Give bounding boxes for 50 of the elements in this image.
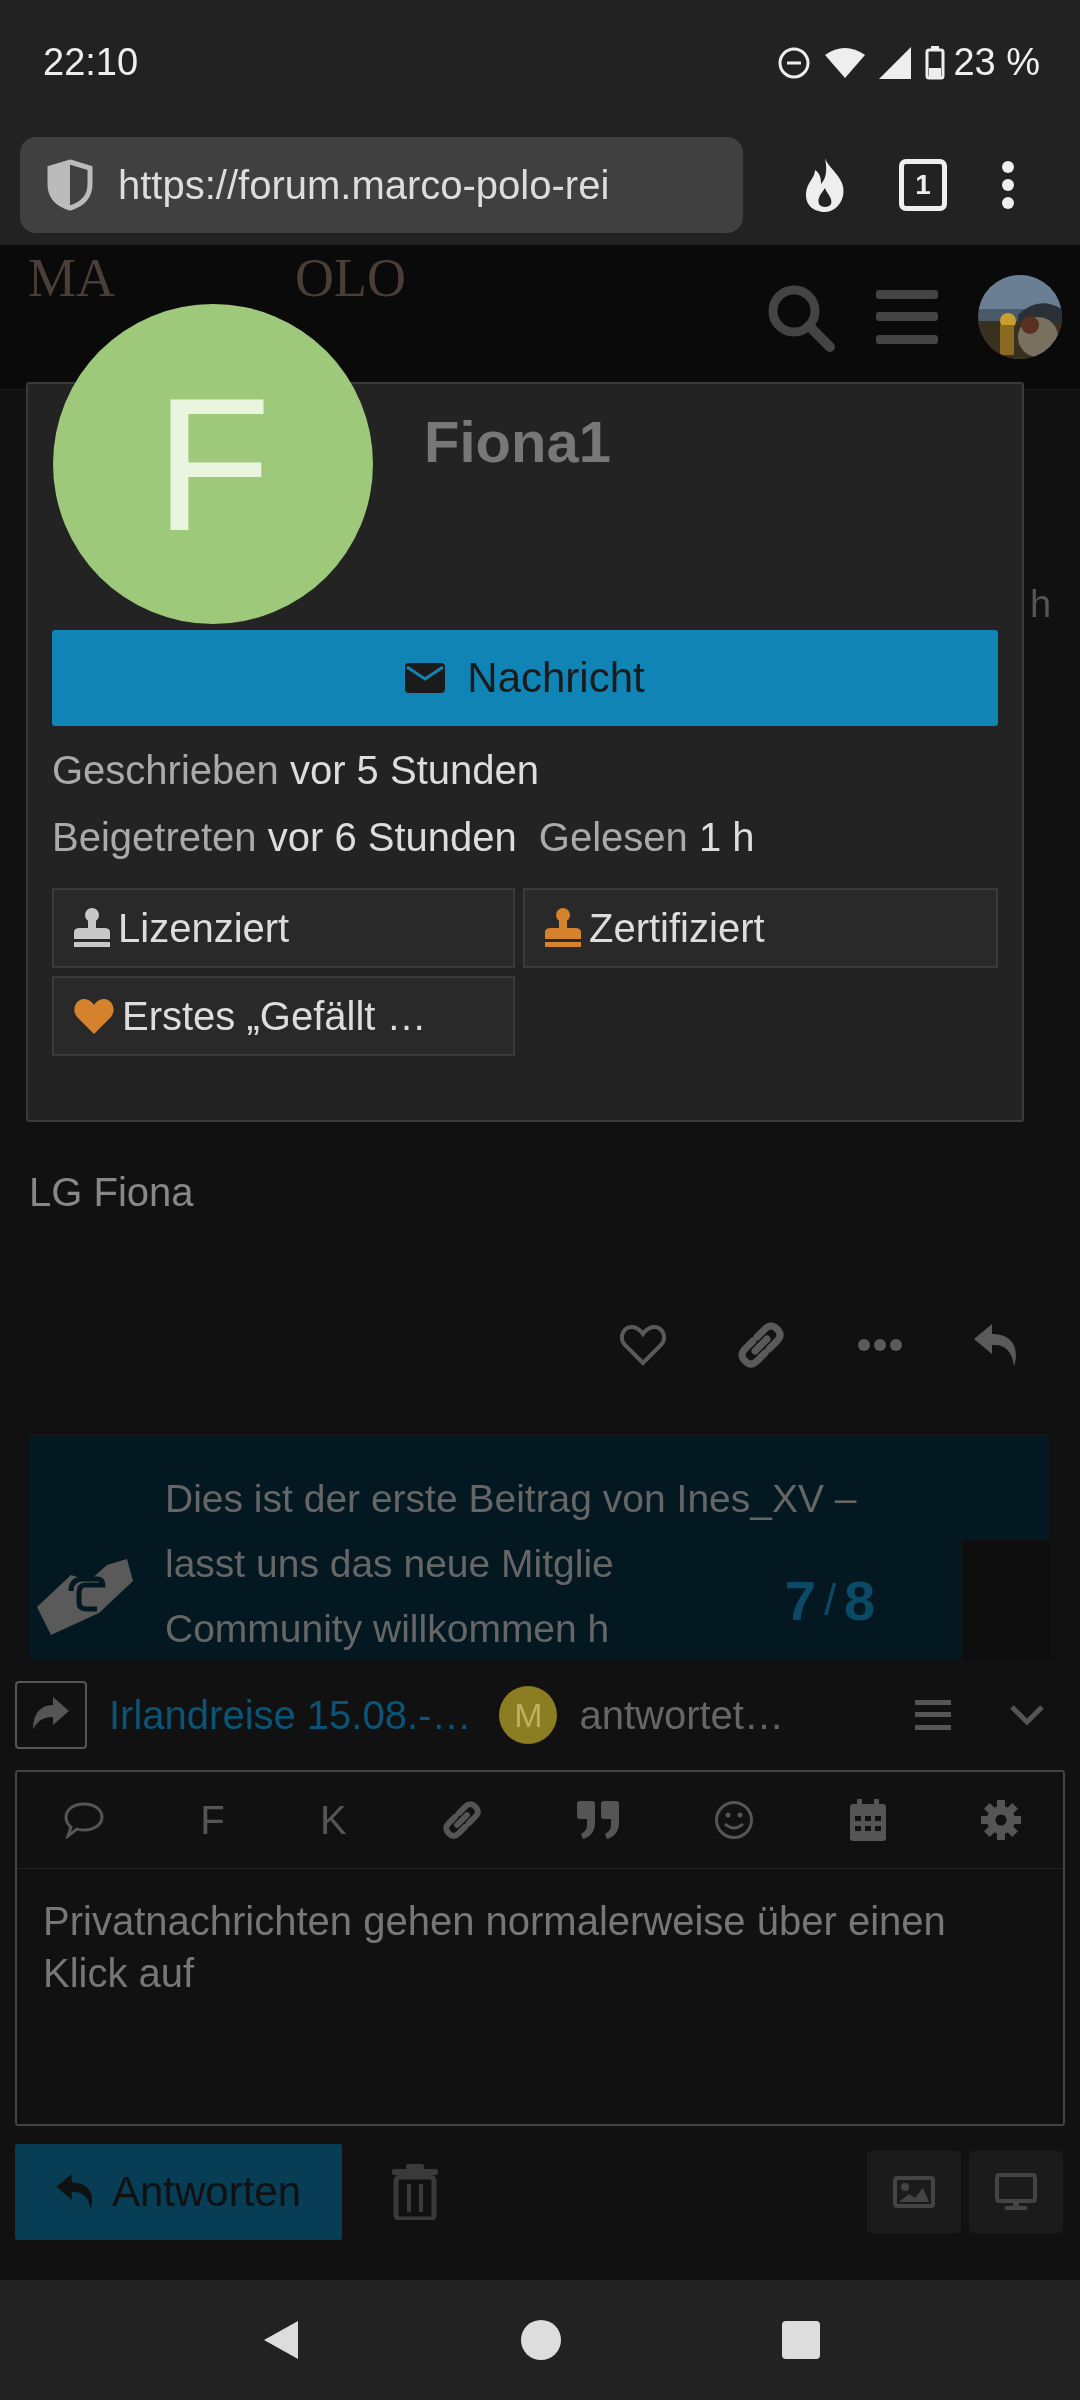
chevron-down-icon[interactable] xyxy=(1009,1704,1045,1726)
message-button[interactable]: Nachricht xyxy=(52,630,998,726)
menu-icon[interactable] xyxy=(876,290,938,344)
settings-icon[interactable] xyxy=(981,1800,1021,1840)
address-bar[interactable]: https://forum.marco-polo-rei xyxy=(20,137,743,233)
preview-button[interactable] xyxy=(969,2151,1063,2233)
post-text: LG Fiona xyxy=(29,1170,194,1215)
do-not-disturb-icon xyxy=(777,45,812,80)
topic-link[interactable]: Irlandreise 15.08.-… xyxy=(109,1692,472,1738)
image-icon xyxy=(893,2176,935,2208)
notice-text: lasst uns das neue Mitglie xyxy=(165,1541,614,1587)
link-icon[interactable] xyxy=(737,1321,786,1369)
username: Fiona1 xyxy=(424,408,611,475)
speech-bubble-icon[interactable] xyxy=(63,1801,105,1839)
user-avatar: M xyxy=(499,1686,558,1744)
trash-icon[interactable] xyxy=(392,2164,438,2220)
user-stat: Gelesen 1 h xyxy=(538,815,755,860)
format-button[interactable]: F xyxy=(200,1797,225,1843)
signal-icon xyxy=(879,46,912,79)
tab-count-button[interactable]: 1 xyxy=(899,159,947,211)
heart-icon[interactable] xyxy=(620,1324,666,1366)
share-icon[interactable] xyxy=(15,1681,87,1749)
calendar-icon[interactable] xyxy=(849,1799,886,1841)
monitor-icon xyxy=(995,2173,1037,2211)
reply-text: Privatnachrichten gehen normalerweise über einen Klick auf xyxy=(42,1898,947,1997)
user-stat: Geschrieben vor 5 Stunden xyxy=(52,748,539,793)
user-badge[interactable]: Erstes „Gefällt … xyxy=(52,976,515,1056)
more-icon[interactable] xyxy=(856,1338,903,1352)
format-button[interactable]: K xyxy=(319,1797,347,1843)
user-badge[interactable]: Lizenziert xyxy=(52,888,515,968)
image-upload-button[interactable] xyxy=(867,2151,961,2233)
user-avatar: F xyxy=(53,304,373,624)
reply-status: antwortet… xyxy=(579,1692,784,1738)
battery-icon xyxy=(925,45,946,80)
post-time: h xyxy=(1030,583,1052,626)
reply-editor[interactable]: F K Privatnachrichten gehen normalerweise über einen Klick auf xyxy=(15,1770,1065,2126)
notice-text: Dies ist der erste Beitrag von Ines_XV – xyxy=(165,1476,857,1522)
home-icon[interactable] xyxy=(520,2319,562,2361)
user-badge[interactable]: Zertifiziert xyxy=(523,888,998,968)
more-options-icon[interactable] xyxy=(1001,160,1015,210)
link-icon[interactable] xyxy=(441,1800,482,1840)
user-stat: Beigetreten vor 6 Stunden xyxy=(52,815,517,860)
battery-level: 23 % xyxy=(953,41,1040,84)
envelope-icon xyxy=(405,663,446,693)
quote-icon[interactable] xyxy=(577,1801,620,1839)
notice-text: Community willkommen h xyxy=(165,1606,610,1652)
wifi-icon xyxy=(825,46,866,79)
smiley-icon[interactable] xyxy=(714,1800,755,1840)
clock: 22:10 xyxy=(43,41,139,84)
menu-icon[interactable] xyxy=(915,1700,951,1730)
